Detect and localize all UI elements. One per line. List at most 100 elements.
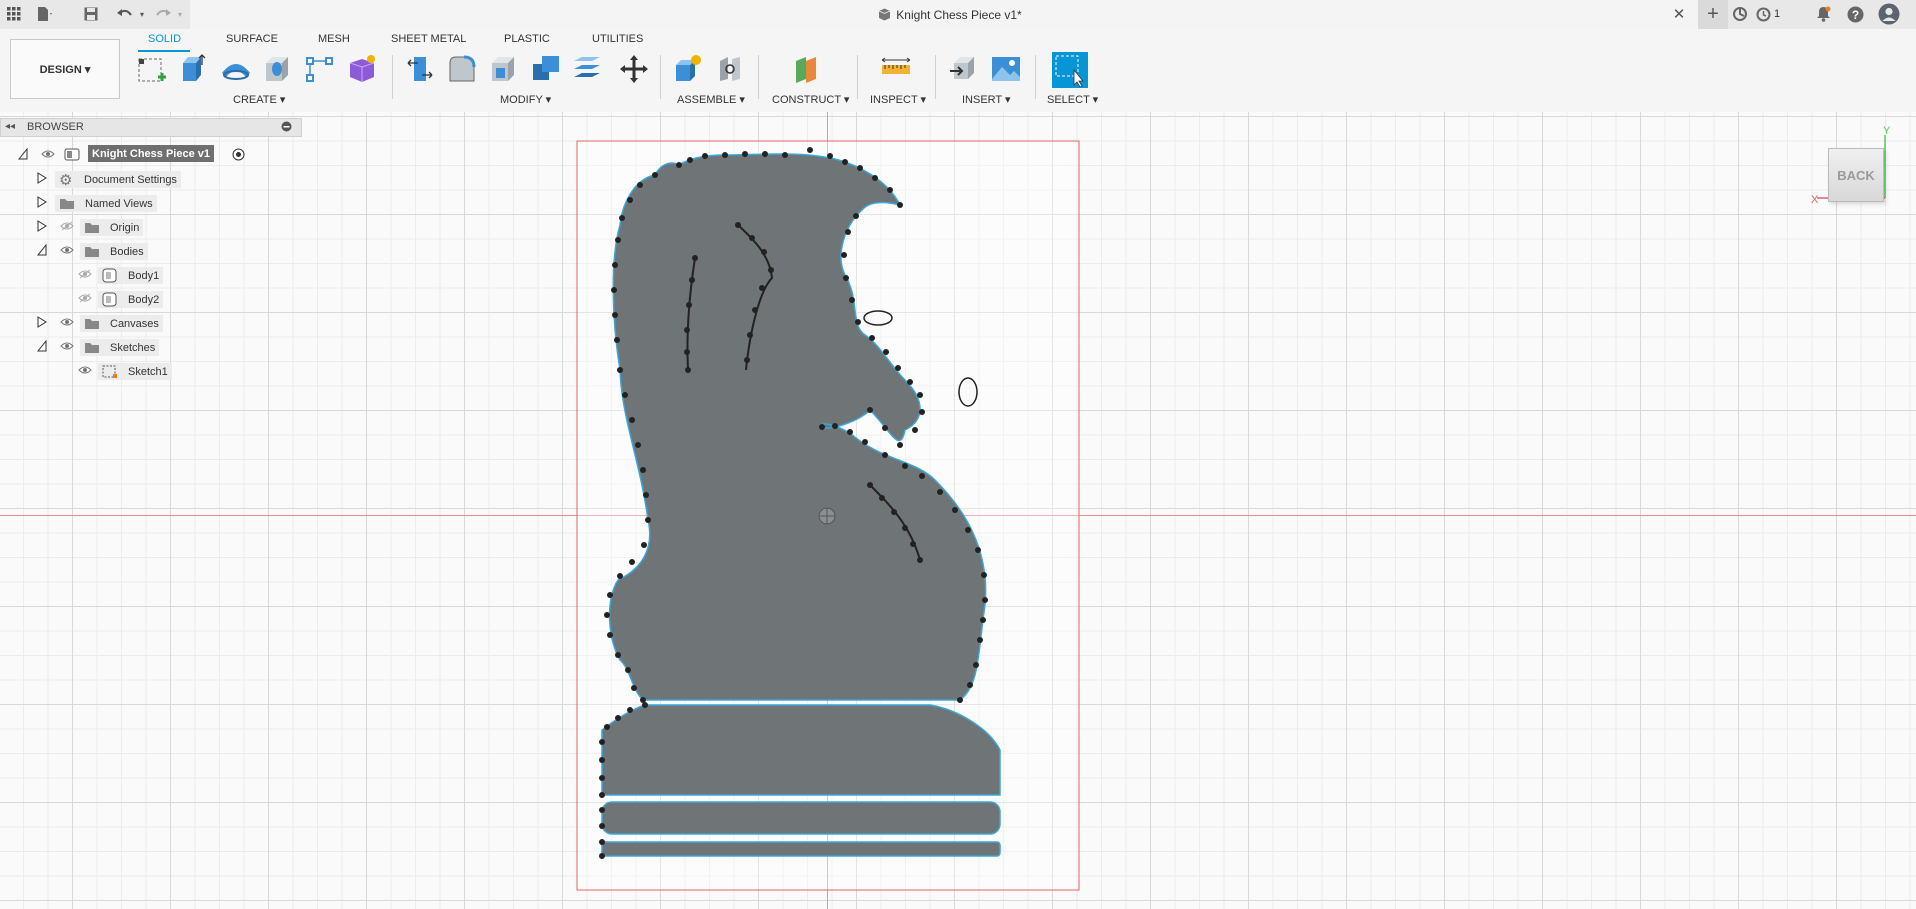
- hole-icon[interactable]: [262, 53, 294, 85]
- x-axis-label: X: [1811, 194, 1819, 206]
- rectangular-pattern-icon[interactable]: [304, 53, 336, 85]
- browser-item-label: Sketches: [110, 341, 156, 354]
- save-icon[interactable]: [82, 5, 100, 23]
- browser-item-canvases[interactable]: Canvases: [0, 312, 300, 332]
- move-copy-icon[interactable]: [618, 53, 650, 85]
- joint-icon[interactable]: [714, 53, 746, 85]
- body-icon: [102, 268, 117, 283]
- svg-text:?: ?: [1851, 8, 1858, 22]
- browser-item-sketches[interactable]: Sketches: [0, 336, 300, 356]
- visibility-eye-icon[interactable]: [60, 317, 74, 327]
- undo-dropdown-icon[interactable]: ▾: [133, 5, 151, 23]
- browser-item-sketch1[interactable]: Sketch1: [0, 360, 300, 380]
- collapsed-triangle-icon[interactable]: [37, 316, 47, 328]
- measure-icon[interactable]: [880, 53, 912, 85]
- collapsed-triangle-icon[interactable]: [37, 172, 47, 184]
- modify-group-label[interactable]: MODIFY ▾: [500, 93, 551, 106]
- document-tab[interactable]: Knight Chess Piece v1* ✕: [190, 0, 1710, 29]
- folder-icon: [85, 318, 99, 329]
- app-grid-icon[interactable]: [5, 5, 23, 23]
- redo-dropdown-icon[interactable]: ▾: [171, 5, 189, 23]
- fillet-icon[interactable]: [446, 53, 478, 85]
- help-icon[interactable]: ?: [1846, 5, 1864, 23]
- toolbar-separator: [660, 55, 661, 99]
- create-sketch-icon[interactable]: [136, 53, 168, 85]
- collapsed-triangle-icon[interactable]: [37, 220, 47, 232]
- hidden-eye-icon[interactable]: [60, 221, 74, 231]
- knight-model-viewport[interactable]: [560, 130, 1100, 900]
- tab-solid[interactable]: SOLID: [148, 33, 181, 45]
- tab-mesh[interactable]: MESH: [318, 33, 350, 45]
- job-count: 1: [1774, 8, 1781, 20]
- browser-item-body1[interactable]: Body1: [0, 264, 300, 284]
- tab-utilities[interactable]: UTILITIES: [592, 33, 643, 45]
- browser-item-document-settings[interactable]: ⚙ Document Settings: [0, 168, 300, 189]
- base-top-ring[interactable]: [601, 704, 1001, 796]
- inspect-group-label[interactable]: INSPECT ▾: [870, 93, 926, 106]
- expanded-triangle-icon[interactable]: [37, 340, 47, 352]
- offset-faces-icon[interactable]: [572, 53, 604, 85]
- workspace-switcher-button[interactable]: DESIGN ▾: [10, 39, 120, 99]
- base-bottom-ring[interactable]: [601, 841, 1001, 857]
- hidden-eye-icon[interactable]: [78, 269, 92, 279]
- notifications-icon[interactable]: [1814, 5, 1832, 23]
- canvas-image-icon[interactable]: [990, 53, 1022, 85]
- base-middle-ring[interactable]: [601, 801, 1001, 835]
- user-avatar-icon[interactable]: [1878, 3, 1900, 25]
- select-group-label[interactable]: SELECT ▾: [1047, 93, 1098, 106]
- job-status-icon[interactable]: 1: [1756, 5, 1790, 23]
- collapse-panel-icon[interactable]: ◂◂: [5, 121, 15, 132]
- insert-derive-icon[interactable]: [948, 53, 980, 85]
- tab-sheet-metal[interactable]: SHEET METAL: [391, 33, 466, 45]
- construct-group-label[interactable]: CONSTRUCT ▾: [772, 93, 849, 106]
- revolve-icon[interactable]: [220, 53, 252, 85]
- visibility-eye-icon[interactable]: [60, 341, 74, 351]
- new-tab-icon[interactable]: +: [1698, 0, 1728, 29]
- combine-icon[interactable]: [530, 53, 562, 85]
- shell-icon[interactable]: [488, 53, 520, 85]
- extensions-icon[interactable]: [1731, 5, 1749, 23]
- browser-minimize-icon[interactable]: [281, 121, 292, 135]
- visibility-eye-icon[interactable]: [78, 365, 92, 375]
- assemble-group-label[interactable]: ASSEMBLE ▾: [677, 93, 745, 106]
- browser-item-body2[interactable]: Body2: [0, 288, 300, 308]
- create-form-icon[interactable]: [346, 53, 378, 85]
- undo-icon[interactable]: [116, 5, 134, 23]
- tab-plastic[interactable]: PLASTIC: [504, 33, 550, 45]
- expanded-triangle-icon[interactable]: [18, 148, 28, 160]
- toolbar-separator: [392, 55, 393, 99]
- redo-icon[interactable]: [154, 5, 172, 23]
- collapsed-triangle-icon[interactable]: [37, 196, 47, 208]
- toolbar-separator: [935, 55, 936, 99]
- hidden-eye-icon[interactable]: [78, 293, 92, 303]
- component-icon: [64, 148, 80, 161]
- gear-icon: ⚙: [59, 171, 73, 189]
- press-pull-icon[interactable]: [404, 53, 436, 85]
- expanded-triangle-icon[interactable]: [37, 244, 47, 256]
- offset-plane-icon[interactable]: [792, 53, 824, 85]
- ribbon-toolbar: DESIGN ▾ SOLID SURFACE MESH SHEET METAL …: [0, 29, 1916, 113]
- browser-root-row[interactable]: Knight Chess Piece v1: [0, 144, 300, 164]
- select-icon[interactable]: [1052, 52, 1088, 88]
- insert-group-label[interactable]: INSERT ▾: [962, 93, 1011, 106]
- browser-item-named-views[interactable]: Named Views: [0, 192, 300, 212]
- visibility-eye-icon[interactable]: [60, 245, 74, 255]
- visibility-eye-icon[interactable]: [41, 149, 55, 159]
- close-tab-icon[interactable]: ✕: [1670, 5, 1688, 23]
- sketch-icon: [102, 365, 117, 378]
- browser-item-origin[interactable]: Origin: [0, 216, 300, 236]
- browser-item-bodies[interactable]: Bodies: [0, 240, 300, 260]
- extrude-box-icon[interactable]: [178, 53, 210, 85]
- file-menu-icon[interactable]: [36, 5, 54, 23]
- root-component-label[interactable]: Knight Chess Piece v1: [88, 145, 214, 162]
- tab-surface[interactable]: SURFACE: [226, 33, 278, 45]
- title-bar: ▾ ▾ Knight Chess Piece v1* ✕ + 1 ?: [0, 0, 1916, 30]
- browser-item-label: Document Settings: [84, 173, 177, 186]
- toolbar-separator: [1035, 55, 1036, 99]
- active-component-radio-icon[interactable]: [232, 148, 245, 161]
- new-component-icon[interactable]: [672, 53, 704, 85]
- view-cube[interactable]: BACK: [1828, 148, 1884, 202]
- toolbar-separator: [758, 55, 759, 99]
- create-group-label[interactable]: CREATE ▾: [233, 93, 285, 106]
- browser-panel-header: ◂◂ BROWSER: [0, 118, 302, 137]
